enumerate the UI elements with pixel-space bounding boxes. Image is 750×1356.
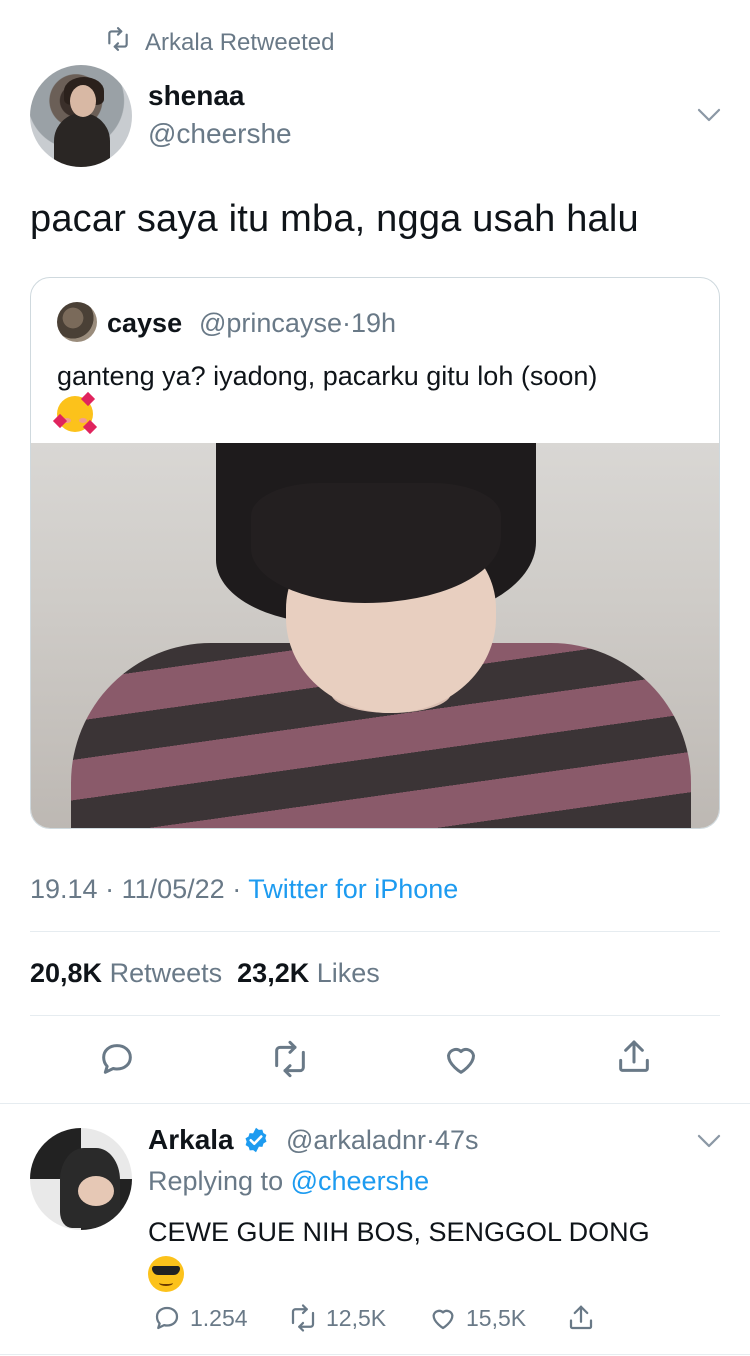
tweet-source-link[interactable]: Twitter for iPhone xyxy=(248,874,458,904)
retweets-label: Retweets xyxy=(109,958,223,988)
tweet-date: 11/05/22 xyxy=(121,874,225,904)
retweets-count: 20,8K xyxy=(30,958,103,988)
smiling-face-with-hearts-icon xyxy=(52,391,98,434)
reply-like-count: 15,5K xyxy=(466,1304,527,1331)
reply-time: 47s xyxy=(434,1125,479,1155)
quoted-tweet-card[interactable]: cayse @princayse·19h ganteng ya? iyadong… xyxy=(30,277,720,829)
replying-to-handle[interactable]: @cheershe xyxy=(291,1166,429,1196)
heart-icon xyxy=(447,1047,475,1074)
author-handle[interactable]: @cheershe xyxy=(148,118,292,150)
like-button[interactable] xyxy=(441,1039,481,1079)
reply-author-meta: @arkaladnr·47s xyxy=(286,1125,479,1156)
retweet-header-text: Arkala Retweeted xyxy=(145,28,335,56)
quoted-author-meta: @princayse·19h xyxy=(199,308,396,339)
likes-count: 23,2K xyxy=(237,958,310,988)
retweets-stat[interactable]: 20,8K Retweets xyxy=(30,958,222,988)
share-button[interactable] xyxy=(614,1037,654,1077)
reply-meta-separator: · xyxy=(425,1125,435,1155)
share-icon xyxy=(619,1040,649,1072)
likes-stat[interactable]: 23,2K Likes xyxy=(237,958,380,988)
reply-retweet-button[interactable]: 12,5K xyxy=(288,1303,386,1333)
reply-author-avatar[interactable] xyxy=(30,1128,132,1230)
reply-author-handle[interactable]: @arkaladnr xyxy=(286,1125,426,1155)
reply-like-button[interactable]: 15,5K xyxy=(428,1303,526,1333)
retweet-icon xyxy=(291,1304,315,1332)
divider xyxy=(30,1015,720,1016)
verified-badge-icon xyxy=(245,1127,267,1153)
reply-author-name-row[interactable]: Arkala xyxy=(148,1124,270,1156)
tweet-timestamp: 19.14 · 11/05/22 · Twitter for iPhone xyxy=(30,874,459,904)
smiling-face-with-sunglasses-icon xyxy=(148,1255,184,1292)
tweet-text: pacar saya itu mba, ngga usah halu xyxy=(30,198,639,240)
chevron-down-icon[interactable] xyxy=(694,1126,724,1156)
quoted-tweet-photo[interactable] xyxy=(31,443,719,828)
quoted-author-handle: @princayse xyxy=(199,308,342,338)
quoted-author-avatar xyxy=(57,302,97,342)
reply-icon xyxy=(102,1044,132,1074)
divider xyxy=(30,931,720,932)
reply-button[interactable] xyxy=(97,1039,137,1079)
reply-reply-count: 1.254 xyxy=(190,1304,248,1331)
retweet-header[interactable]: Arkala Retweeted xyxy=(105,26,334,59)
quoted-tweet-text: ganteng ya? iyadong, pacarku gitu loh (s… xyxy=(52,358,598,434)
reply-text-body: CEWE GUE NIH BOS, SENGGOL DONG xyxy=(148,1217,650,1247)
reply-author-name[interactable]: Arkala xyxy=(148,1124,234,1156)
retweet-button[interactable] xyxy=(270,1039,310,1079)
reply-retweet-count: 12,5K xyxy=(326,1304,387,1331)
reply-reply-button[interactable]: 1.254 xyxy=(152,1303,248,1333)
author-display-name[interactable]: shenaa xyxy=(148,80,245,112)
replying-to-prefix: Replying to xyxy=(148,1166,284,1196)
tweet-time: 19.14 xyxy=(30,874,98,904)
quoted-author-name: cayse xyxy=(107,308,183,338)
author-avatar[interactable] xyxy=(30,65,132,167)
quoted-tweet-time: 19h xyxy=(350,308,397,338)
heart-icon xyxy=(432,1309,454,1330)
share-icon xyxy=(569,1305,593,1330)
quoted-tweet-text-body: ganteng ya? iyadong, pacarku gitu loh (s… xyxy=(57,361,598,391)
retweet-icon xyxy=(275,1040,305,1078)
retweet-icon xyxy=(105,26,131,59)
tweet-stats: 20,8K Retweets 23,2K Likes xyxy=(30,958,380,989)
likes-label: Likes xyxy=(316,958,380,988)
quoted-meta-separator: · xyxy=(341,308,351,338)
divider xyxy=(0,1103,750,1104)
divider xyxy=(0,1354,750,1355)
reply-icon xyxy=(155,1306,179,1330)
reply-text: CEWE GUE NIH BOS, SENGGOL DONG xyxy=(148,1212,650,1292)
chevron-down-icon[interactable] xyxy=(694,100,724,130)
reply-share-button[interactable] xyxy=(566,1303,596,1333)
replying-to: Replying to @cheershe xyxy=(148,1166,429,1197)
